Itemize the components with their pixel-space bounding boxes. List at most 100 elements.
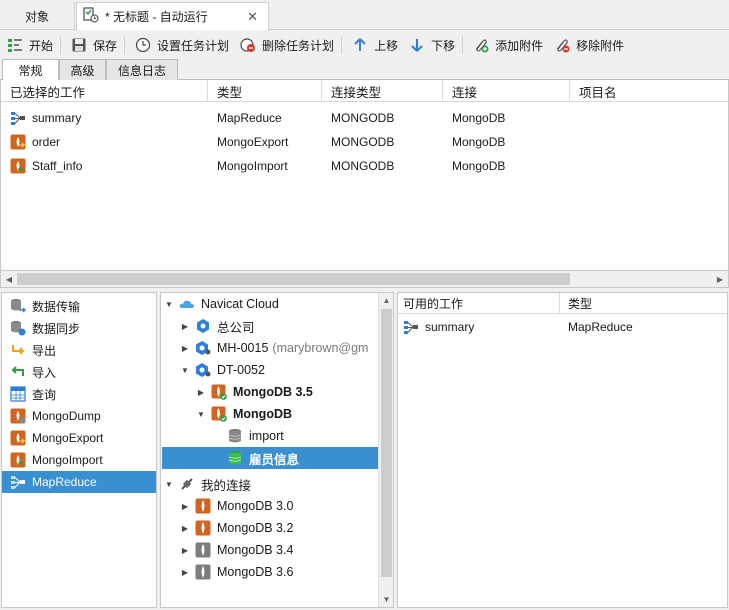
app-window: 对象 * 无标题 - 自动运行 ✕ 开始 保存 设置任务计划 删除任务计划 上移… <box>0 0 729 610</box>
table-row[interactable]: summary MapReduce <box>398 315 727 339</box>
tree-node-company[interactable]: ▶ 总公司 <box>179 315 255 337</box>
tree-node-my-connections[interactable]: ▼ 我的连接 <box>163 473 251 495</box>
tree-node-navicat-cloud[interactable]: ▼ Navicat Cloud <box>163 293 279 315</box>
expand-arrow-icon[interactable]: ▶ <box>179 344 191 353</box>
start-label: 开始 <box>29 38 54 53</box>
toolbar-separator <box>341 36 343 54</box>
project-icon <box>195 318 211 334</box>
save-label: 保存 <box>93 38 118 53</box>
connection-type-cell: MONGODB <box>331 135 395 149</box>
table-row[interactable]: summary MapReduce MONGODB MongoDB <box>1 106 728 130</box>
scroll-left-icon[interactable]: ◀ <box>1 271 17 287</box>
list-item-mongoimport[interactable]: MongoImport <box>2 449 156 471</box>
collapse-arrow-icon[interactable]: ▼ <box>179 366 191 375</box>
list-item-import[interactable]: 导入 <box>2 361 156 383</box>
column-header-project-name[interactable]: 项目名 <box>570 80 728 102</box>
tab-objects-label: 对象 <box>24 9 49 24</box>
horizontal-scrollbar[interactable]: ◀ ▶ <box>0 270 729 288</box>
list-item-data-transfer[interactable]: 数据传输 <box>2 295 156 317</box>
connection-cell: MongoDB <box>452 135 506 149</box>
add-attachment-button[interactable]: 添加附件 <box>468 32 547 58</box>
tree-node-mh-0015[interactable]: ▶ MH-0015 (marybrown@gm <box>179 337 368 359</box>
tab-advanced-label: 高级 <box>70 63 95 78</box>
scroll-up-icon[interactable]: ▲ <box>379 293 394 308</box>
list-item-label: 数据同步 <box>32 321 81 336</box>
column-header-available-jobs[interactable]: 可用的工作 <box>398 293 560 314</box>
tree-node-mongodb[interactable]: ▼ MongoDB <box>195 403 292 425</box>
save-button[interactable]: 保存 <box>66 32 121 58</box>
tree-node-db-staff[interactable]: 雇员信息 <box>162 447 379 469</box>
tree-node-mongodb-3-2[interactable]: ▶ MongoDB 3.2 <box>179 517 293 539</box>
list-item-mongodump[interactable]: MongoDump <box>2 405 156 427</box>
tree-node-label: MongoDB <box>233 407 293 421</box>
expand-arrow-icon[interactable]: ▶ <box>195 388 207 397</box>
remove-attachment-button[interactable]: 移除附件 <box>549 32 628 58</box>
column-header-selected-jobs[interactable]: 已选择的工作 <box>1 80 208 102</box>
job-type-list: 数据传输 数据同步 导出 导入 查询 MongoDump MongoExport… <box>1 292 157 608</box>
list-item-label: 查询 <box>32 387 57 402</box>
collapse-arrow-icon[interactable]: ▼ <box>195 410 207 419</box>
toolbar-separator <box>124 36 126 54</box>
start-button[interactable]: 开始 <box>2 32 57 58</box>
expand-arrow-icon[interactable]: ▶ <box>179 568 191 577</box>
tree-node-mongodb-3-0[interactable]: ▶ MongoDB 3.0 <box>179 495 293 517</box>
scrollbar-thumb[interactable] <box>381 309 392 577</box>
tab-message-log-label: 信息日志 <box>117 63 166 78</box>
move-up-button[interactable]: 上移 <box>347 32 402 58</box>
table-row[interactable]: order MongoExport MONGODB MongoDB <box>1 130 728 154</box>
column-header-type[interactable]: 类型 <box>208 80 322 102</box>
tab-message-log[interactable]: 信息日志 <box>106 59 178 80</box>
scroll-down-icon[interactable]: ▼ <box>379 592 394 607</box>
tree-node-label: MongoDB 3.0 <box>217 499 294 513</box>
tree-node-mongodb-3-4[interactable]: ▶ MongoDB 3.4 <box>179 539 293 561</box>
column-header-connection[interactable]: 连接 <box>443 80 570 102</box>
start-icon <box>6 36 24 54</box>
scroll-right-icon[interactable]: ▶ <box>712 271 728 287</box>
mongodb-icon <box>195 520 211 536</box>
list-item-mongoexport[interactable]: MongoExport <box>2 427 156 449</box>
tree-node-dt-0052[interactable]: ▼ DT-0052 <box>179 359 265 381</box>
shared-project-icon <box>195 340 211 356</box>
tab-general[interactable]: 常规 <box>2 59 59 81</box>
toolbar: 开始 保存 设置任务计划 删除任务计划 上移 下移 添加附件 移除附件 <box>0 31 729 59</box>
tab-objects[interactable]: 对象 <box>0 2 75 30</box>
tree-node-label: Navicat Cloud <box>201 297 279 311</box>
list-item-export[interactable]: 导出 <box>2 339 156 361</box>
move-down-button[interactable]: 下移 <box>404 32 459 58</box>
tree-node-label: import <box>249 429 284 443</box>
tab-advanced[interactable]: 高级 <box>59 59 106 80</box>
list-item-mapreduce[interactable]: MapReduce <box>2 471 156 493</box>
job-type-cell: MapReduce <box>568 320 633 334</box>
job-type-cell: MongoExport <box>217 135 289 149</box>
job-name-cell: order <box>10 130 60 154</box>
tree-node-db-import[interactable]: import <box>227 425 284 447</box>
column-header-type[interactable]: 类型 <box>560 293 727 314</box>
table-row[interactable]: Staff_info MongoImport MONGODB MongoDB <box>1 154 728 178</box>
expand-arrow-icon[interactable]: ▶ <box>179 546 191 555</box>
tree-vertical-scrollbar[interactable]: ▲ ▼ <box>378 293 393 607</box>
tree-node-mongodb-3-5[interactable]: ▶ MongoDB 3.5 <box>195 381 313 403</box>
collapse-arrow-icon[interactable]: ▼ <box>163 480 175 489</box>
job-name: order <box>32 135 61 149</box>
tree-node-label: 雇员信息 <box>249 452 300 467</box>
expand-arrow-icon[interactable]: ▶ <box>179 502 191 511</box>
column-header-connection-type[interactable]: 连接类型 <box>322 80 443 102</box>
job-type-cell: MongoImport <box>217 159 288 173</box>
tree-node-mongodb-3-6[interactable]: ▶ MongoDB 3.6 <box>179 561 293 583</box>
expand-arrow-icon[interactable]: ▶ <box>179 322 191 331</box>
job-name-cell: Staff_info <box>10 154 82 178</box>
job-name: summary <box>425 320 475 334</box>
tab-automation[interactable]: * 无标题 - 自动运行 ✕ <box>76 2 269 30</box>
set-schedule-button[interactable]: 设置任务计划 <box>130 32 233 58</box>
list-item-data-sync[interactable]: 数据同步 <box>2 317 156 339</box>
tree-node-label: MongoDB 3.2 <box>217 521 294 535</box>
expand-arrow-icon[interactable]: ▶ <box>179 524 191 533</box>
close-tab-icon[interactable]: ✕ <box>247 9 258 25</box>
collapse-arrow-icon[interactable]: ▼ <box>163 300 175 309</box>
delete-schedule-button[interactable]: 删除任务计划 <box>235 32 338 58</box>
job-name-cell: summary <box>403 315 474 339</box>
scrollbar-thumb[interactable] <box>17 273 570 285</box>
mapreduce-icon <box>10 474 26 490</box>
list-item-label: MongoDump <box>32 409 101 423</box>
list-item-query[interactable]: 查询 <box>2 383 156 405</box>
